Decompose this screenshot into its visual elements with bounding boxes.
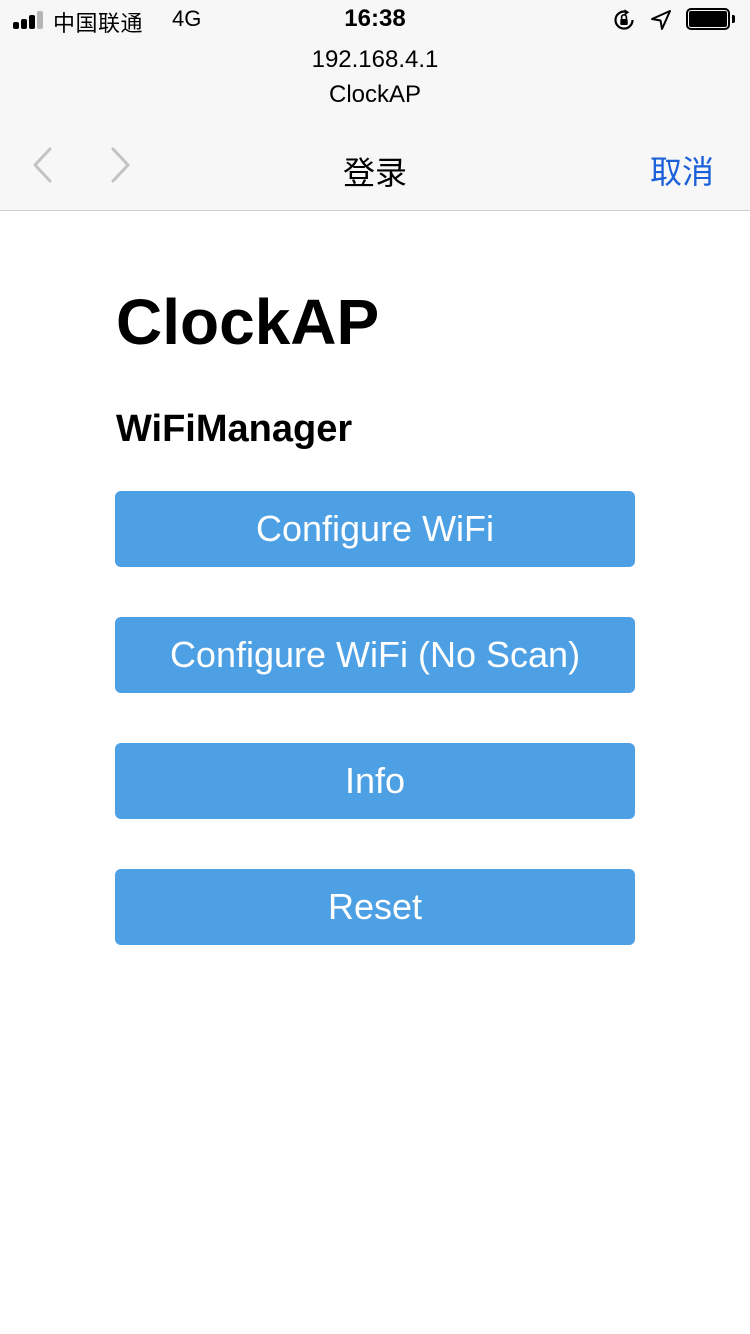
battery-icon xyxy=(686,8,736,32)
orientation-lock-icon xyxy=(614,9,634,30)
configure-wifi-no-scan-button[interactable]: Configure WiFi (No Scan) xyxy=(115,617,635,693)
site-title: ClockAP xyxy=(328,81,422,108)
nav-title: 登录 xyxy=(342,155,407,191)
status-bar: 中国联通 4G 16:38 xyxy=(0,0,750,40)
page-subtitle: WiFiManager xyxy=(116,408,353,450)
browser-chrome: 中国联通 4G 16:38 192.168.4.1 ClockAP 登录 取消 xyxy=(0,0,750,211)
page-title: ClockAP xyxy=(116,286,380,358)
reset-button[interactable]: Reset xyxy=(115,869,635,945)
location-arrow-icon xyxy=(651,10,671,30)
configure-wifi-button[interactable]: Configure WiFi xyxy=(115,491,635,567)
cancel-button[interactable]: 取消 xyxy=(650,147,714,193)
url-text: 192.168.4.1 xyxy=(311,46,439,73)
status-icons xyxy=(612,8,736,32)
info-button[interactable]: Info xyxy=(115,743,635,819)
